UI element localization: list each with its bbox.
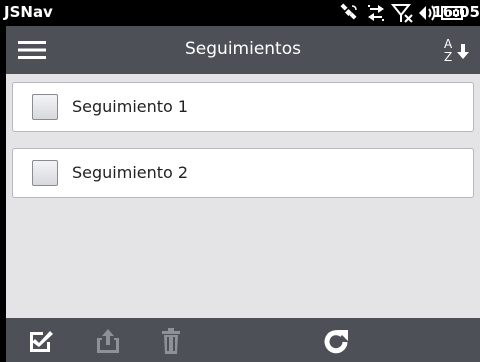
sort-button[interactable]: A Z — [442, 34, 474, 66]
item-label: Seguimiento 2 — [72, 163, 189, 182]
status-bar: JSNav 16:05 — [0, 0, 480, 26]
status-time: 16:05 — [432, 3, 480, 21]
satellite-icon — [340, 3, 357, 20]
item-label: Seguimiento 1 — [72, 97, 189, 116]
select-all-button[interactable] — [26, 326, 56, 356]
sort-az-icon: A Z — [444, 37, 469, 64]
list-item[interactable]: Seguimiento 2 — [12, 148, 474, 198]
check-all-icon — [30, 331, 53, 352]
upload-icon — [97, 329, 119, 353]
refresh-icon — [324, 330, 348, 354]
list-item[interactable]: Seguimiento 1 — [12, 82, 474, 132]
status-app-title: JSNav — [4, 3, 53, 21]
sort-letter-top: A — [444, 37, 453, 51]
page-title: Seguimientos — [185, 39, 301, 59]
delete-button[interactable] — [156, 326, 186, 356]
bottom-toolbar — [6, 318, 480, 362]
refresh-button[interactable] — [321, 326, 351, 356]
item-checkbox[interactable] — [32, 94, 58, 120]
signal-off-icon — [391, 4, 413, 23]
item-checkbox[interactable] — [32, 160, 58, 186]
sort-letter-bottom: Z — [444, 50, 452, 64]
header-bar: Seguimientos A Z — [6, 26, 480, 74]
app-frame: Seguimientos A Z Seguimiento 1 Seguimien… — [6, 26, 480, 362]
data-sync-icon — [368, 5, 384, 21]
trash-icon — [162, 328, 180, 354]
tracking-list: Seguimiento 1 Seguimiento 2 — [12, 82, 474, 214]
upload-button[interactable] — [93, 326, 123, 356]
